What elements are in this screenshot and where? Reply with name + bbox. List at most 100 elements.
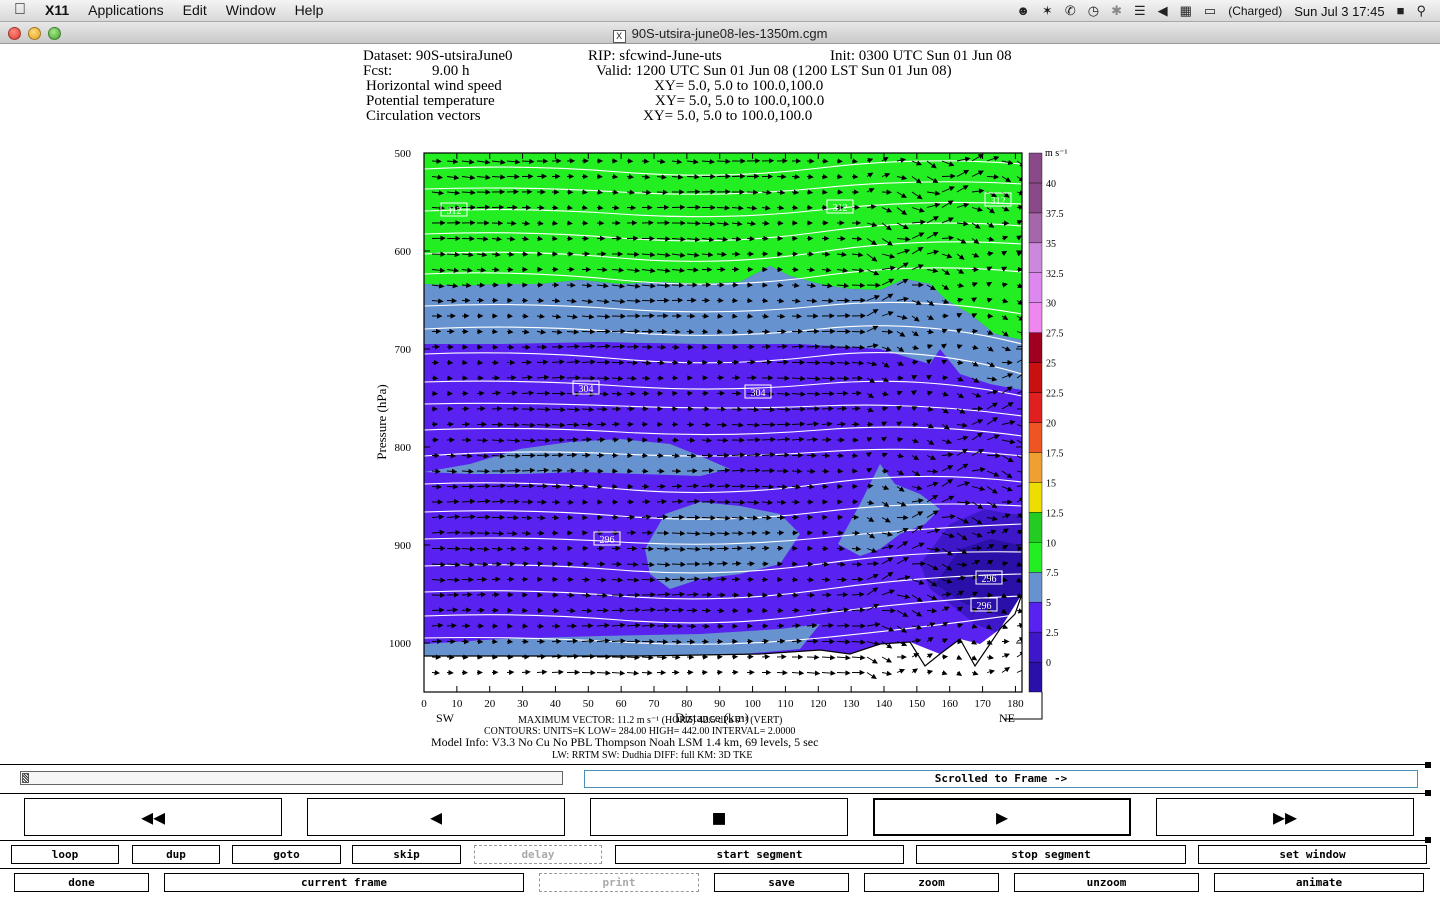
vector-arrow: [431, 484, 442, 490]
vector-arrow: [716, 158, 731, 165]
step-back-button[interactable]: ◀: [307, 798, 565, 836]
stop-button[interactable]: ■: [590, 798, 848, 836]
zoom-button[interactable]: zoom: [864, 873, 999, 892]
vector-arrow: [686, 220, 701, 227]
vector-arrow: [641, 375, 651, 381]
unzoom-button[interactable]: unzoom: [1014, 873, 1199, 892]
loop-button[interactable]: loop: [11, 845, 119, 864]
field-3-name: Circulation vectors: [366, 108, 481, 124]
plot-footer: MAXIMUM VECTOR: 11.2 m s⁻¹ (HORZ) 42.5 d…: [431, 715, 818, 761]
vector-arrow: [611, 391, 623, 397]
vector-arrow: [836, 421, 847, 427]
vector-arrow: [596, 437, 606, 443]
menubar-clock[interactable]: Sun Jul 3 17:45: [1294, 4, 1384, 19]
vector-arrow: [881, 329, 894, 335]
battery-status[interactable]: (Charged): [1228, 4, 1282, 18]
colorbar-label: 15: [1046, 478, 1056, 489]
vector-arrow: [626, 530, 637, 536]
contour-label: 312: [991, 196, 1006, 207]
vector-arrow: [851, 406, 861, 412]
vector-arrow: [731, 375, 741, 381]
calendar-icon[interactable]: ▦: [1180, 3, 1192, 19]
goto-button[interactable]: goto: [232, 845, 341, 864]
colorbar-label: 22.5: [1046, 389, 1064, 400]
delay-button[interactable]: delay: [474, 845, 602, 864]
vector-arrow: [701, 623, 710, 629]
rewind-button[interactable]: ◀◀: [24, 798, 282, 836]
divider: [0, 840, 1430, 841]
bluetooth-icon[interactable]: ✱: [1111, 3, 1122, 19]
frame-scrollbar[interactable]: [20, 771, 563, 785]
fcst-label: Fcst:: [363, 63, 392, 79]
current-frame-button[interactable]: current frame: [164, 873, 524, 892]
spotlight-search-icon[interactable]: ⚲: [1416, 3, 1426, 19]
vector-arrow: [506, 328, 514, 335]
plot-canvas: Dataset: 90S-utsiraJune0 RIP: sfcwind-Ju…: [0, 44, 1440, 764]
alien-icon[interactable]: ☻: [1016, 3, 1030, 19]
animate-button[interactable]: animate: [1214, 873, 1424, 892]
vector-arrow: [761, 545, 770, 552]
vector-arrow: [506, 467, 521, 474]
vector-arrow: [836, 158, 843, 164]
x-tick-label: 50: [583, 698, 595, 710]
phone-icon[interactable]: ✆: [1065, 3, 1076, 19]
wifi-icon[interactable]: ☰: [1134, 3, 1146, 19]
vector-arrow: [641, 670, 653, 676]
footer-model-info: Model Info: V3.3 No Cu No PBL Thompson N…: [431, 735, 818, 749]
colorbar-swatch: [1028, 182, 1043, 214]
colorbar-unit: m s⁻¹: [1045, 148, 1067, 159]
time-machine-icon[interactable]: ◷: [1088, 3, 1099, 19]
colorbar-label: 5: [1046, 598, 1051, 609]
vector-arrow: [536, 359, 549, 365]
vector-arrow: [446, 623, 457, 629]
colorbar-swatch: [1028, 452, 1043, 483]
vector-arrow: [536, 235, 544, 242]
vector-arrow: [596, 204, 604, 211]
init-label: Init: 0300 UTC Sun 01 Jun 08: [830, 48, 1012, 64]
menu-applications[interactable]: Applications: [88, 2, 164, 18]
vector-arrow: [776, 359, 789, 365]
window-title-bar: X 90S-utsira-june08-les-1350m.cgm: [0, 22, 1440, 44]
contour-label: 304: [751, 388, 766, 399]
menu-app-name[interactable]: X11: [45, 2, 69, 18]
vector-arrow: [851, 236, 863, 242]
stop-segment-button[interactable]: stop segment: [916, 845, 1186, 864]
skip-button[interactable]: skip: [352, 845, 461, 864]
vector-arrow: [731, 499, 746, 506]
antenna-icon[interactable]: ✶: [1042, 3, 1053, 19]
colorbar-swatch: [1028, 631, 1043, 663]
dup-button[interactable]: dup: [132, 845, 220, 864]
play-button[interactable]: ▶: [873, 798, 1131, 836]
done-button[interactable]: done: [14, 873, 149, 892]
vector-arrow: [791, 204, 799, 211]
y-tick-label: 500: [395, 148, 412, 160]
contour-label: 296: [600, 535, 615, 546]
vector-arrow: [806, 343, 821, 350]
colorbar-label: 37.5: [1046, 209, 1064, 220]
volume-icon[interactable]: ◀: [1158, 3, 1168, 19]
start-segment-button[interactable]: start segment: [615, 845, 904, 864]
menu-edit[interactable]: Edit: [183, 2, 207, 18]
print-button[interactable]: print: [539, 873, 699, 892]
contour-label: 312: [447, 206, 462, 217]
colorbar-label: 7.5: [1046, 568, 1059, 579]
vector-arrow: [821, 298, 834, 304]
vector-arrow: [986, 174, 1000, 180]
frame-scrollbar-thumb[interactable]: [22, 773, 29, 783]
dataset-label: Dataset: 90S-utsiraJune0: [363, 48, 513, 64]
vector-arrow: [836, 639, 851, 645]
fast-forward-button[interactable]: ▶▶: [1156, 798, 1414, 836]
menu-window[interactable]: Window: [226, 2, 276, 18]
vector-arrow: [836, 173, 843, 180]
apple-menu-icon[interactable]: : [14, 2, 26, 18]
set-window-button[interactable]: set window: [1198, 845, 1427, 864]
vector-arrow: [656, 236, 671, 242]
battery-icon[interactable]: ▭: [1204, 3, 1216, 19]
vector-arrow: [491, 390, 502, 396]
user-icon[interactable]: ■: [1397, 3, 1405, 19]
vector-arrow: [731, 313, 738, 319]
field-2-xy: XY= 5.0, 5.0 to 100.0,100.0: [655, 93, 824, 109]
save-button[interactable]: save: [714, 873, 849, 892]
x-tick-label: 150: [909, 698, 926, 710]
menu-help[interactable]: Help: [295, 2, 324, 18]
